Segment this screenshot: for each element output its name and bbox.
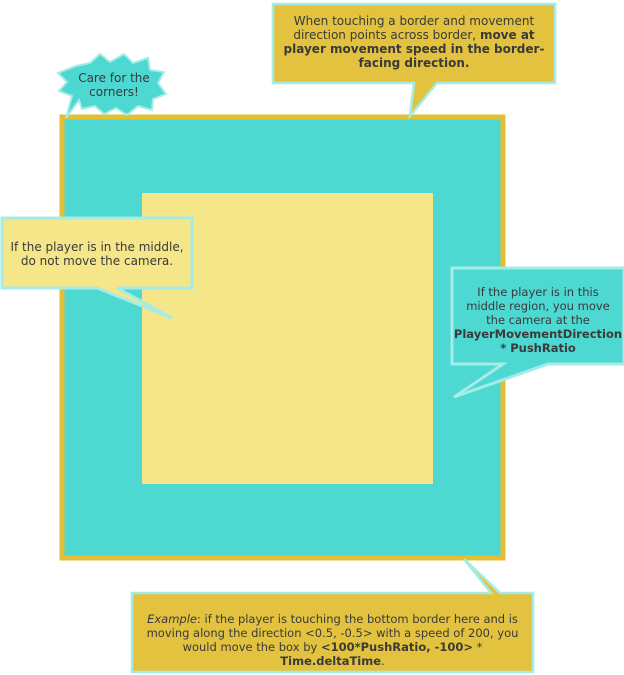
middle-callout-line-1: If the player is in the middle, [10, 240, 184, 254]
bottom-callout-line-3-end: . [381, 654, 385, 668]
bottom-callout-line-3-mult: * [473, 640, 483, 654]
bottom-callout-push-vector: <100*PushRatio, -100> [320, 640, 474, 654]
top-callout-line-4-bold: facing direction. [358, 56, 470, 70]
top-callout-line-2-bold: move at [479, 28, 535, 42]
top-callout-line-2: direction points across border, move at [275, 28, 553, 42]
right-callout-line-5: * PushRatio [452, 341, 624, 355]
top-callout-line-2-plain: direction points across border, [293, 28, 480, 42]
top-callout-text: When touching a border and movement dire… [275, 14, 553, 70]
bottom-callout-text: Example: if the player is touching the b… [134, 612, 531, 668]
middle-callout-text: If the player is in the middle, do not m… [4, 240, 190, 268]
bottom-callout-line-1: Example: if the player is touching the b… [134, 612, 531, 626]
top-callout-line-4: facing direction. [275, 56, 553, 70]
bottom-callout-line-3-plain: would move the box by [182, 640, 321, 654]
bottom-callout-line-2: moving along the direction <0.5, -0.5> w… [146, 626, 519, 640]
corners-callout-line-2: corners! [89, 85, 139, 99]
top-callout-line-3: player movement speed in the border- [275, 42, 553, 56]
corners-callout-text: Care for the corners! [70, 71, 158, 99]
right-callout-line-4-bold: PlayerMovementDirection [453, 327, 623, 341]
top-callout-line-3-bold: player movement speed in the border- [283, 42, 545, 56]
right-callout-line-2: middle region, you move [466, 299, 610, 313]
middle-callout-line-2: do not move the camera. [20, 254, 174, 268]
bottom-callout-delta-time: Time.deltaTime [280, 654, 382, 668]
right-callout-line-3: the camera at the [486, 313, 590, 327]
right-callout-line-5-bold: * PushRatio [500, 341, 576, 355]
bottom-callout-line-1-rest: : if the player is touching the bottom b… [196, 612, 518, 626]
bottom-callout-line-3: would move the box by <100*PushRatio, -1… [134, 640, 531, 668]
right-callout-line-1: If the player is in this [477, 285, 599, 299]
right-callout-text: If the player is in this middle region, … [452, 285, 624, 355]
right-callout-line-4: PlayerMovementDirection [452, 327, 624, 341]
top-callout-line-1: When touching a border and movement [293, 14, 535, 28]
corners-callout-line-1: Care for the [78, 71, 150, 85]
bottom-callout-example-label: Example [147, 612, 197, 626]
